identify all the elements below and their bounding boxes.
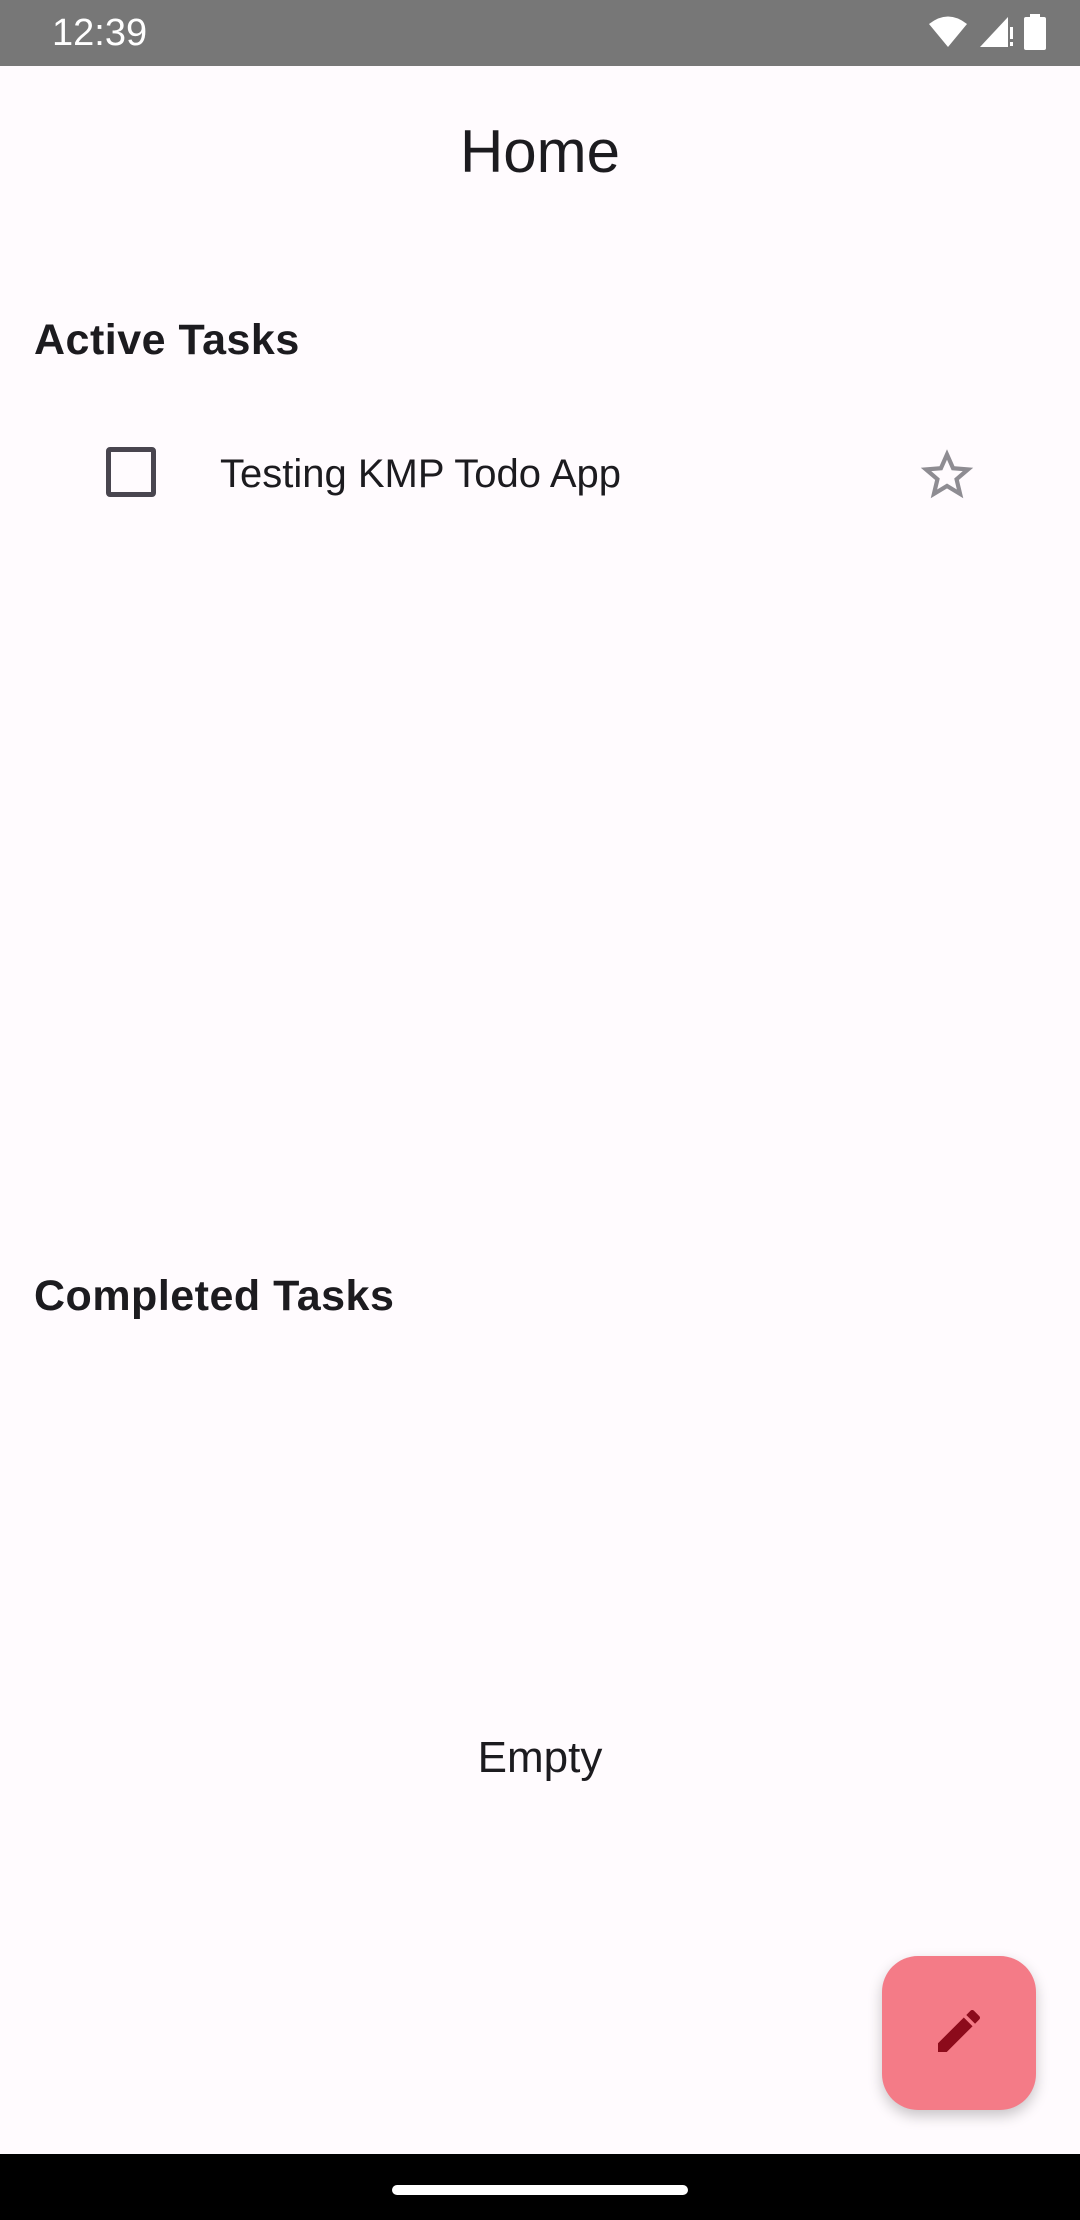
- page-title: Home: [459, 118, 621, 185]
- edit-pencil-icon: [931, 2003, 987, 2064]
- wifi-icon: [928, 15, 968, 49]
- active-tasks-header: Active Tasks: [34, 316, 300, 364]
- battery-icon: [1024, 14, 1046, 50]
- navigation-bar: [0, 2154, 1080, 2220]
- empty-state-label: Empty: [477, 1733, 603, 1782]
- task-checkbox[interactable]: [106, 447, 156, 497]
- home-gesture-handle[interactable]: [392, 2185, 688, 2195]
- completed-tasks-header: Completed Tasks: [34, 1272, 395, 1320]
- add-task-fab[interactable]: [882, 1956, 1036, 2110]
- status-bar: 12:39: [0, 0, 1080, 66]
- task-row[interactable]: Testing KMP Todo App: [0, 420, 1080, 530]
- status-time: 12:39: [52, 12, 148, 54]
- home-screen: 12:39 Home Active Tasks Testing KMP Todo…: [0, 0, 1080, 2220]
- cell-signal-icon: [978, 15, 1014, 49]
- status-icons: [928, 14, 1046, 50]
- star-icon[interactable]: [912, 440, 982, 510]
- task-title: Testing KMP Todo App: [220, 452, 622, 496]
